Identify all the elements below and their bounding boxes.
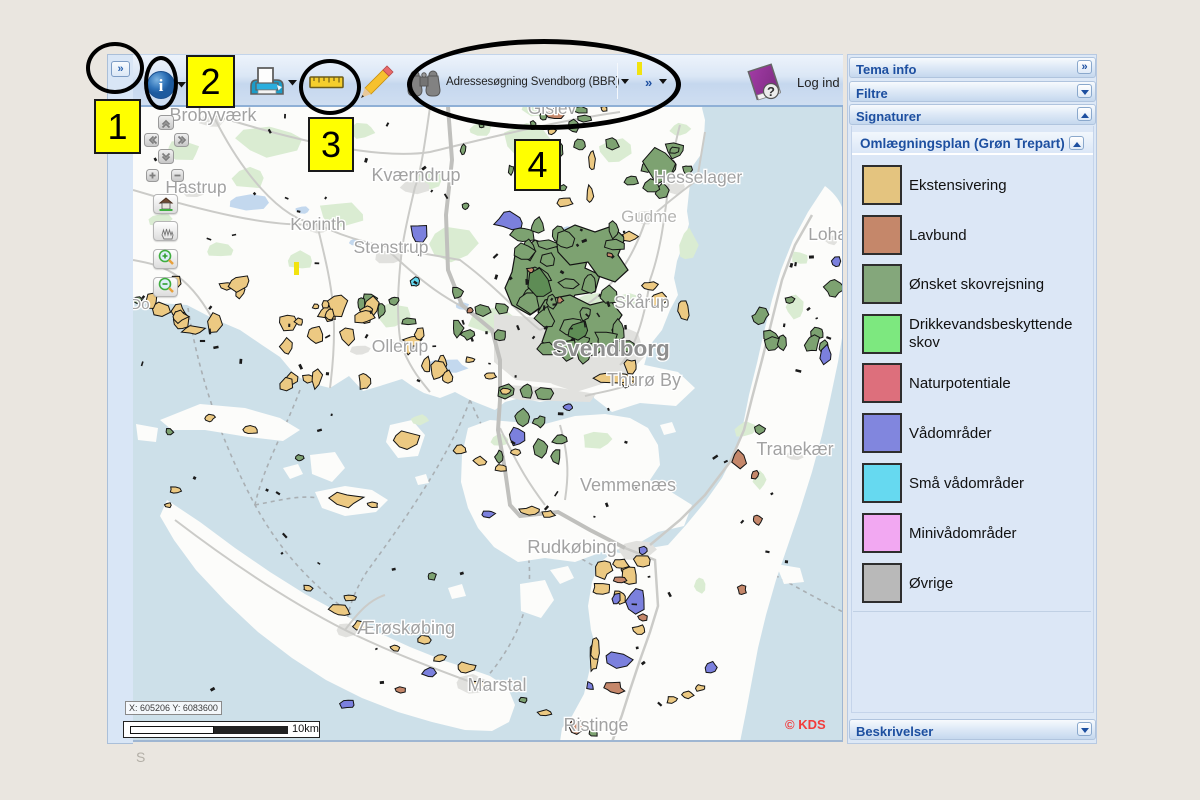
svg-text:Kværndrup: Kværndrup — [371, 165, 460, 185]
svg-text:Ollerup: Ollerup — [372, 336, 428, 356]
svg-text:?: ? — [767, 84, 775, 99]
svg-text:Ærøskøbing: Ærøskøbing — [357, 618, 455, 638]
svg-text:Gudme: Gudme — [621, 207, 677, 226]
svg-text:Korinth: Korinth — [290, 214, 345, 234]
svg-text:Do: Do — [133, 296, 150, 313]
svg-text:Thurø By: Thurø By — [607, 370, 681, 390]
svg-text:Svendborg: Svendborg — [552, 336, 670, 361]
svg-text:Lohals: Lohals — [808, 224, 843, 244]
svg-text:Vemmenæs: Vemmenæs — [580, 475, 676, 495]
svg-text:Stenstrup: Stenstrup — [354, 237, 429, 257]
svg-text:Tranekær: Tranekær — [756, 439, 833, 459]
svg-text:Hesselager: Hesselager — [654, 167, 743, 187]
svg-text:Ristinge: Ristinge — [563, 715, 628, 735]
svg-text:Marstal: Marstal — [467, 675, 526, 695]
svg-text:Skårup: Skårup — [614, 292, 669, 312]
svg-text:Rudkøbing: Rudkøbing — [527, 536, 616, 557]
